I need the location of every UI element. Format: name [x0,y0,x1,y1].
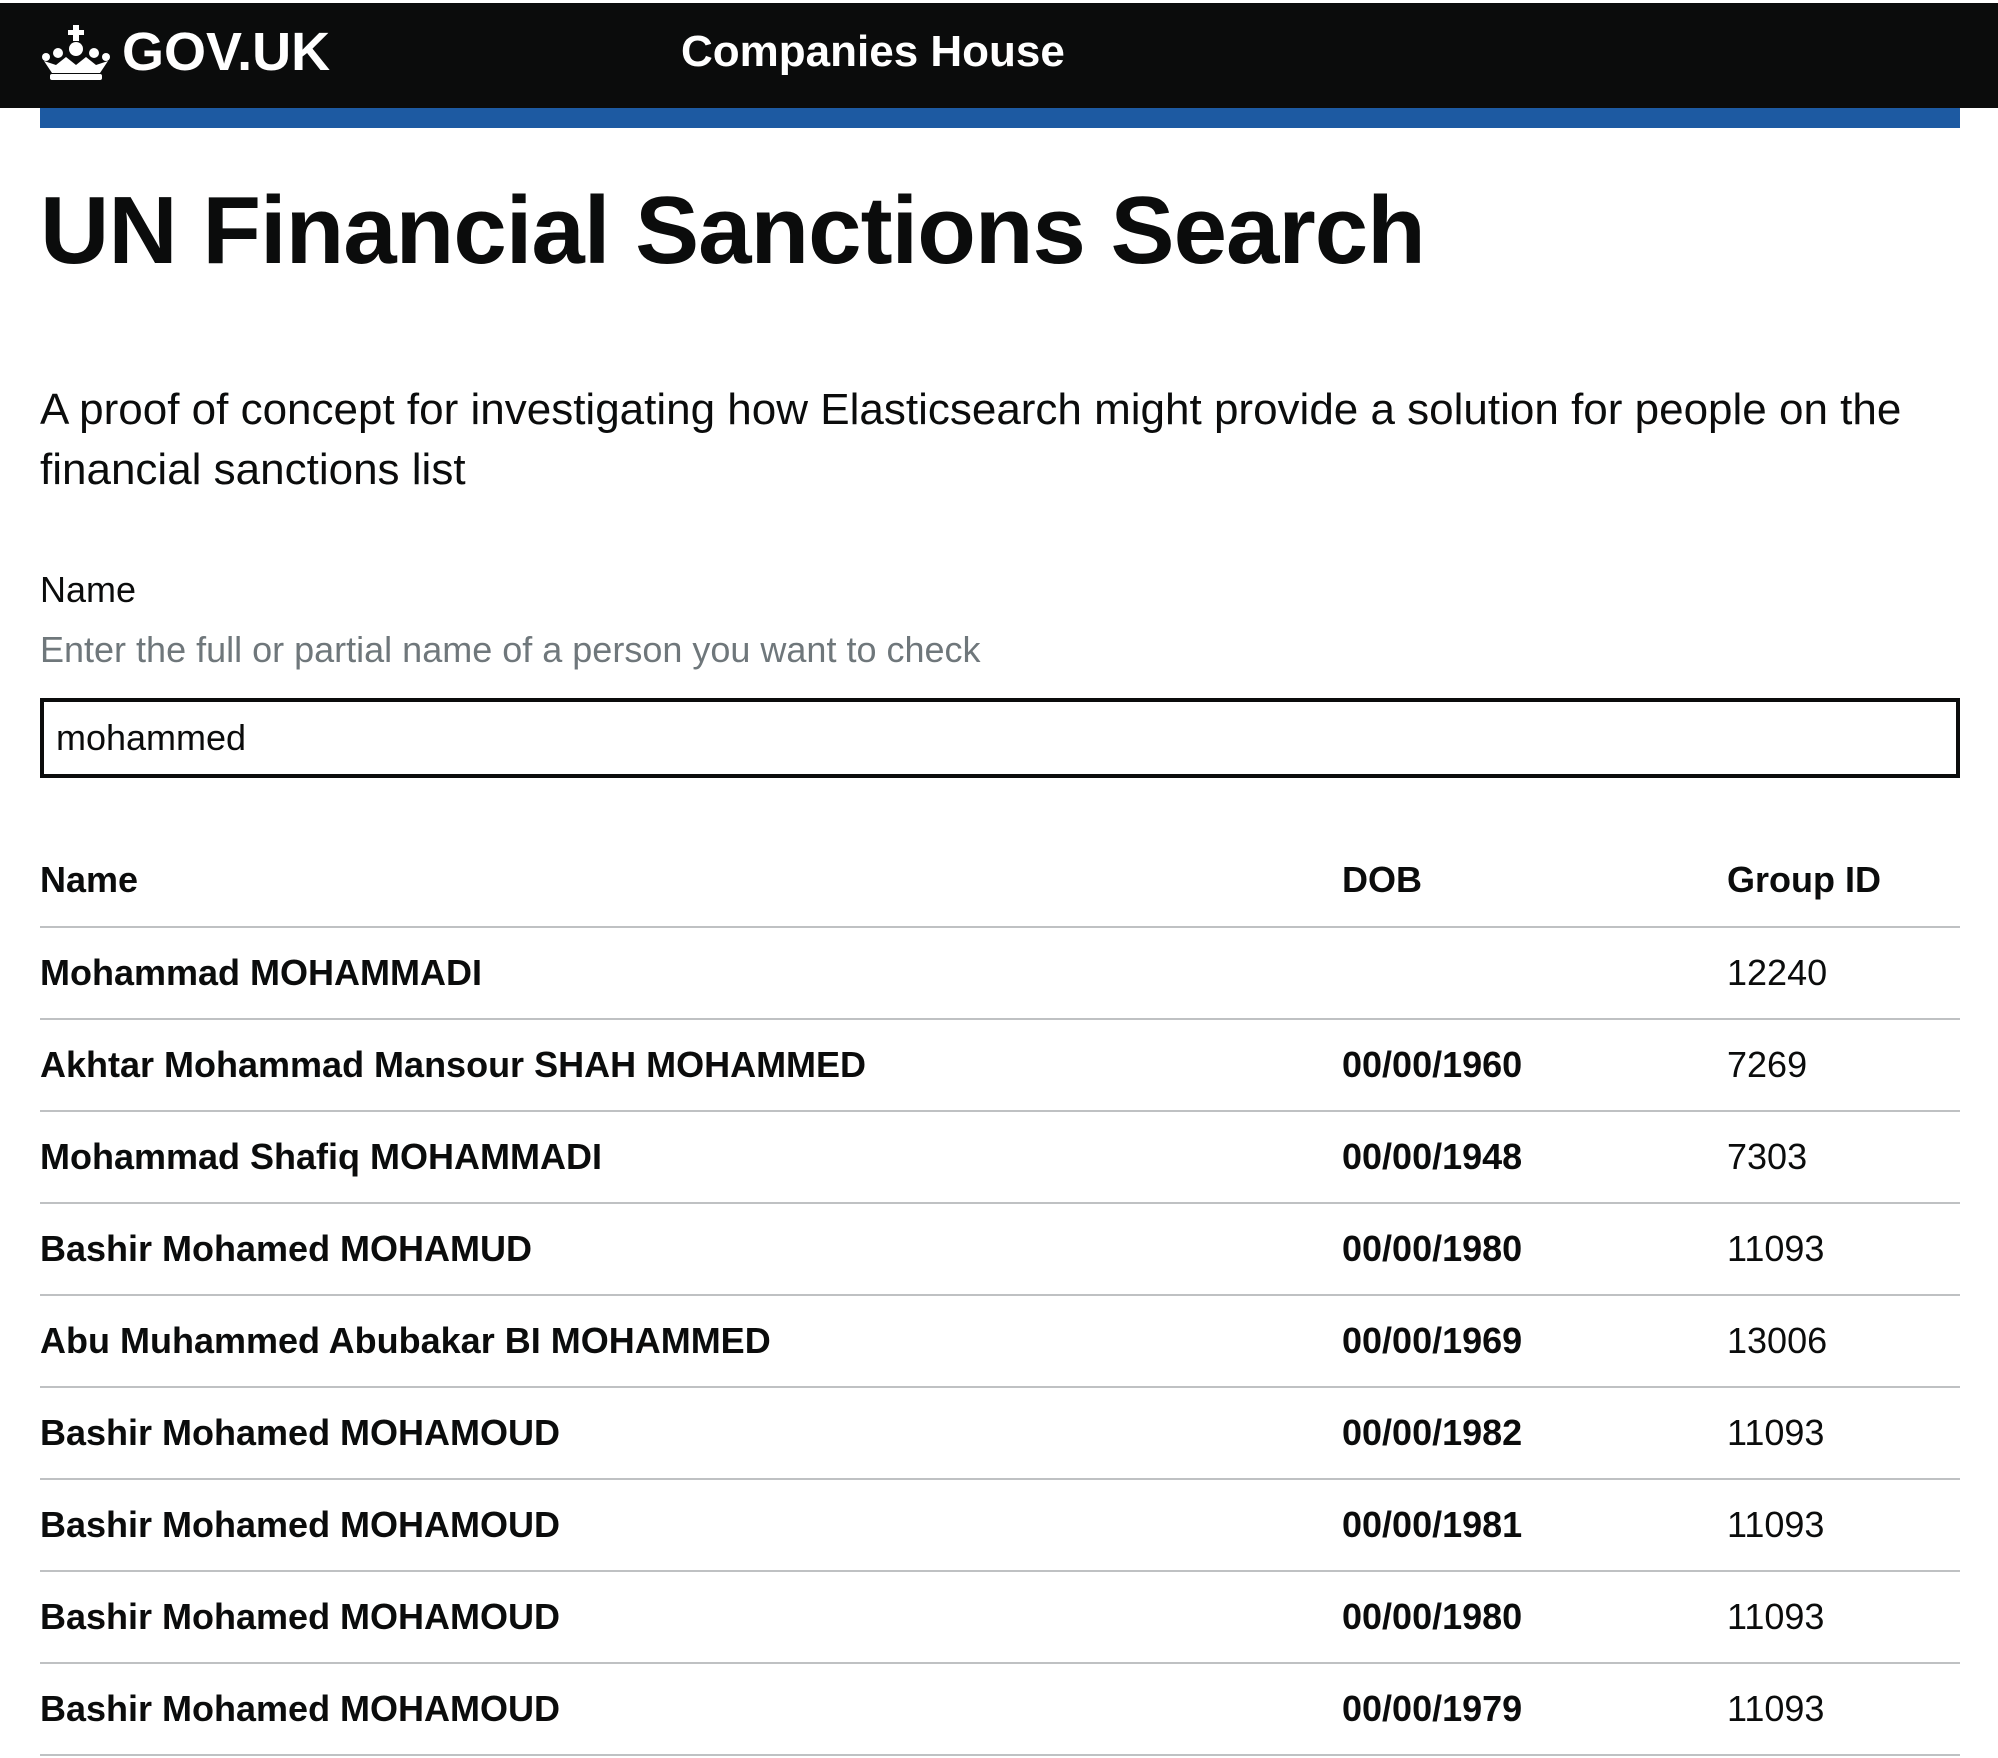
results-table: Name DOB Group ID Mohammad MOHAMMADI 122… [40,834,1960,1756]
name-field-hint: Enter the full or partial name of a pers… [40,629,981,670]
row-name: Bashir Mohamed MOHAMUD [40,1203,1342,1296]
site-header: GOV.UK Companies House [0,3,1998,108]
row-dob [1342,927,1727,1020]
table-row: Mohammad MOHAMMADI 12240 [40,927,1960,1020]
table-row: Bashir Mohamed MOHAMUD 00/00/1980 11093 [40,1203,1960,1296]
row-name: Akhtar Mohammad Mansour SHAH MOHAMMED [40,1019,1342,1112]
row-group-id: 11093 [1727,1203,1960,1296]
column-header-name: Name [40,834,1342,928]
row-dob: 00/00/1980 [1342,1203,1727,1296]
govuk-logo-text: GOV.UK [122,22,331,82]
row-group-id: 11093 [1727,1387,1960,1480]
row-dob: 00/00/1980 [1342,1571,1727,1664]
govuk-home-link[interactable]: GOV.UK [40,21,330,83]
row-name: Bashir Mohamed MOHAMOUD [40,1663,1342,1756]
row-name: Abu Muhammed Abubakar BI MOHAMMED [40,1295,1342,1388]
row-name: Bashir Mohamed MOHAMOUD [40,1571,1342,1664]
page-lead: A proof of concept for investigating how… [40,385,1902,494]
row-dob: 00/00/1969 [1342,1295,1727,1388]
row-dob: 00/00/1979 [1342,1663,1727,1756]
column-header-dob: DOB [1342,834,1727,928]
name-search-input[interactable] [40,698,1960,778]
crown-icon [42,25,110,80]
row-name: Bashir Mohamed MOHAMOUD [40,1387,1342,1480]
service-name-link[interactable]: Companies House [681,21,1065,83]
row-group-id: 7303 [1727,1111,1960,1204]
row-group-id: 11093 [1727,1663,1960,1756]
row-group-id: 7269 [1727,1019,1960,1112]
row-name: Mohammad MOHAMMADI [40,927,1342,1020]
row-name: Mohammad Shafiq MOHAMMADI [40,1111,1342,1204]
table-row: Mohammad Shafiq MOHAMMADI 00/00/1948 730… [40,1111,1960,1204]
row-dob: 00/00/1982 [1342,1387,1727,1480]
row-group-id: 11093 [1727,1479,1960,1572]
row-dob: 00/00/1960 [1342,1019,1727,1112]
row-dob: 00/00/1981 [1342,1479,1727,1572]
row-group-id: 12240 [1727,927,1960,1020]
row-name: Bashir Mohamed MOHAMOUD [40,1479,1342,1572]
table-row: Bashir Mohamed MOHAMOUD 00/00/1980 11093 [40,1571,1960,1664]
table-row: Abu Muhammed Abubakar BI MOHAMMED 00/00/… [40,1295,1960,1388]
table-row: Akhtar Mohammad Mansour SHAH MOHAMMED 00… [40,1019,1960,1112]
results-header-row: Name DOB Group ID [40,834,1960,928]
row-dob: 00/00/1948 [1342,1111,1727,1204]
page-title: UN Financial Sanctions Search [40,177,1426,284]
name-field-label: Name [40,569,137,610]
table-row: Bashir Mohamed MOHAMOUD 00/00/1982 11093 [40,1387,1960,1480]
header-accent-rule [40,108,1960,128]
row-group-id: 13006 [1727,1295,1960,1388]
table-row: Bashir Mohamed MOHAMOUD 00/00/1979 11093 [40,1663,1960,1756]
column-header-group-id: Group ID [1727,834,1960,928]
table-row: Bashir Mohamed MOHAMOUD 00/00/1981 11093 [40,1479,1960,1572]
row-group-id: 11093 [1727,1571,1960,1664]
